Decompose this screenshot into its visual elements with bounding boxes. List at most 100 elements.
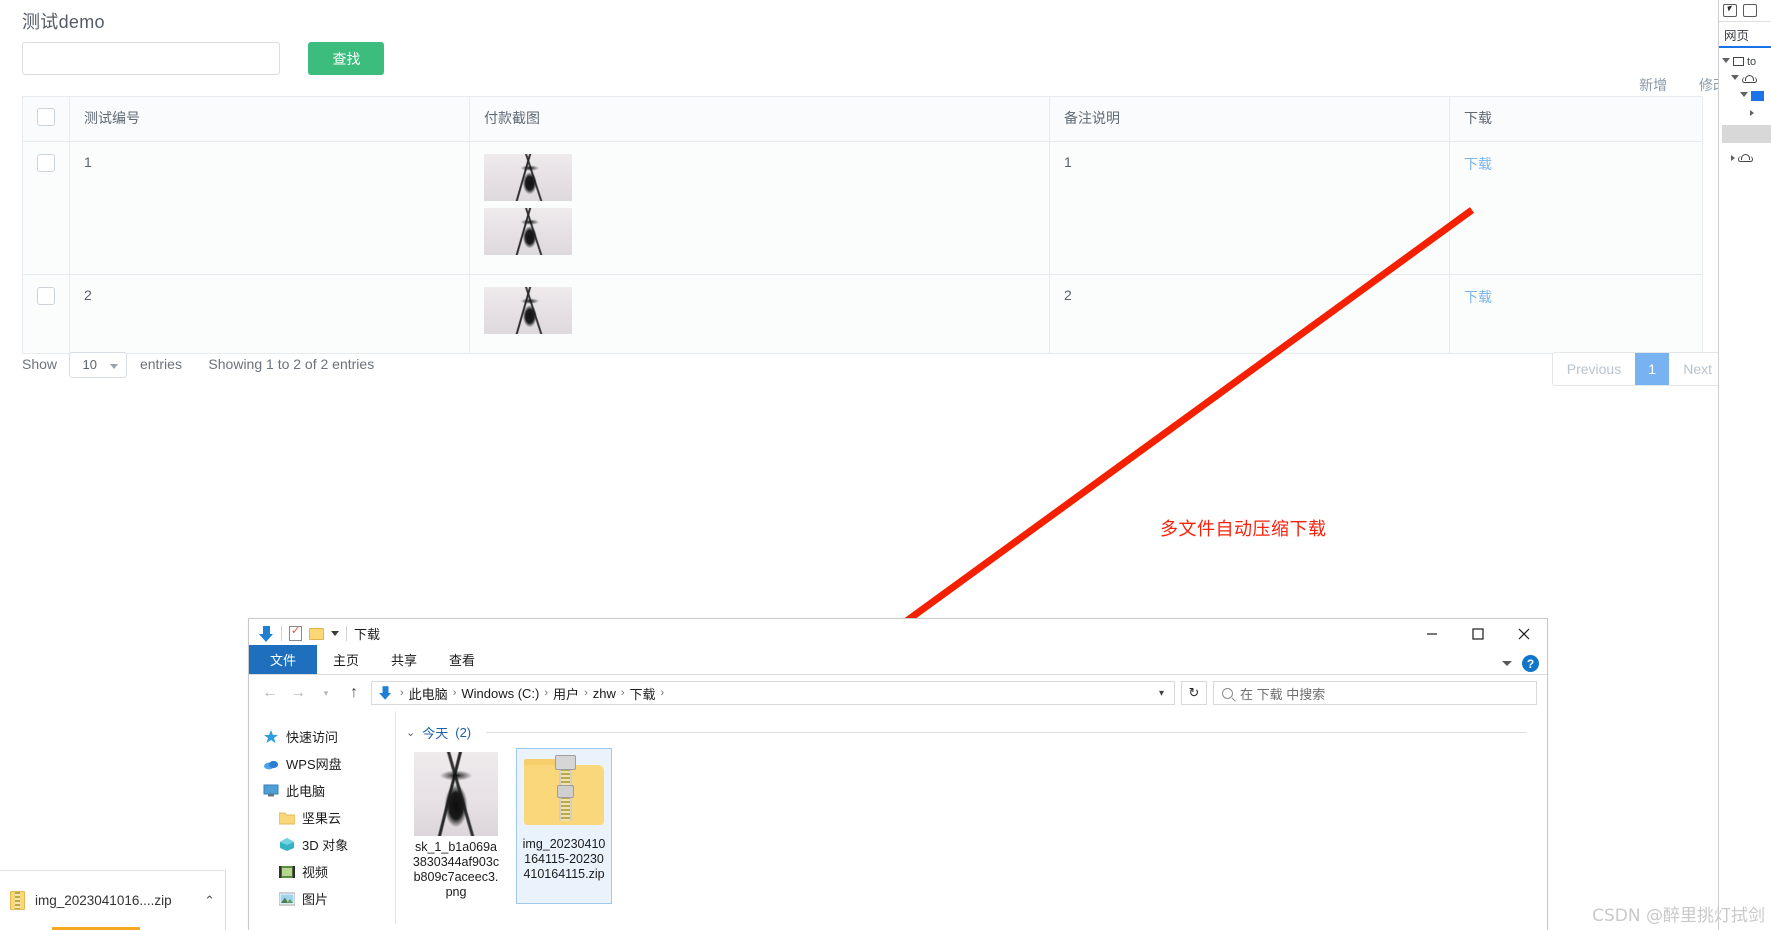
nav-item-this-pc[interactable]: 此电脑	[249, 777, 395, 804]
header-select-all	[22, 96, 70, 142]
explorer-title-bar: 下载	[249, 619, 1547, 649]
data-table: 测试编号 付款截图 备注说明 下载 1 1 下载 2 2 下载	[22, 96, 1703, 354]
screenshot-thumbnail[interactable]	[484, 287, 572, 334]
downloaded-file-name[interactable]: img_2023041016....zip	[35, 893, 172, 908]
minimize-button[interactable]	[1409, 619, 1455, 649]
back-icon[interactable]: ←	[259, 682, 281, 704]
tree-node[interactable]: to	[1722, 53, 1771, 70]
table-head: 测试编号 付款截图 备注说明 下载	[22, 96, 1703, 142]
add-link[interactable]: 新增	[1639, 77, 1667, 93]
screenshot-thumbnail[interactable]	[484, 208, 572, 255]
header-payment-screenshot[interactable]: 付款截图	[469, 96, 1050, 142]
address-dropdown-icon[interactable]: ▾	[1159, 688, 1168, 699]
address-bar-row: ← → ▾ ↑ › 此电脑 › Windows (C:) › 用户 › zhw …	[249, 675, 1547, 711]
ribbon-tab-view[interactable]: 查看	[433, 646, 491, 674]
expand-triangle-icon[interactable]	[1731, 74, 1739, 83]
breadcrumb-this-pc[interactable]: 此电脑	[409, 684, 448, 703]
browser-download-bar: img_2023041016....zip ⌃	[0, 870, 226, 930]
device-toolbar-icon[interactable]	[1743, 4, 1757, 17]
chevron-down-icon	[110, 364, 119, 369]
cloud-icon	[1738, 153, 1753, 162]
chevron-down-icon[interactable]: ⌄	[406, 726, 415, 739]
ribbon-tabs: 文件 主页 共享 查看 ?	[249, 645, 1547, 675]
pagination: Previous 1 Next	[1551, 352, 1727, 386]
recent-locations-icon[interactable]: ▾	[315, 682, 337, 704]
cell-memo: 1	[1049, 141, 1450, 275]
expand-triangle-icon[interactable]	[1722, 57, 1730, 66]
table-row: 2 2 下载	[22, 274, 1703, 354]
pictures-icon	[279, 892, 295, 905]
search-input[interactable]	[22, 42, 280, 75]
expand-triangle-icon[interactable]	[1731, 154, 1735, 161]
download-arrow-icon[interactable]	[259, 625, 274, 642]
breadcrumb-users[interactable]: 用户	[553, 684, 579, 703]
maximize-button[interactable]	[1455, 619, 1501, 649]
address-breadcrumb[interactable]: › 此电脑 › Windows (C:) › 用户 › zhw › 下载 › ▾	[371, 681, 1175, 705]
header-memo[interactable]: 备注说明	[1049, 96, 1450, 142]
row-checkbox[interactable]	[37, 287, 55, 305]
download-menu-caret-icon[interactable]: ⌃	[204, 893, 215, 909]
screenshot-thumbnail[interactable]	[484, 154, 572, 201]
explorer-title: 下载	[354, 627, 381, 642]
search-icon	[1222, 687, 1233, 699]
breadcrumb-separator: ›	[400, 687, 404, 699]
nav-label: 3D 对象	[302, 838, 349, 853]
tree-node[interactable]	[1722, 70, 1771, 87]
tree-node[interactable]	[1722, 104, 1771, 121]
row-select-cell	[22, 274, 70, 354]
expand-triangle-icon[interactable]	[1750, 109, 1754, 116]
breadcrumb-zhw[interactable]: zhw	[593, 686, 616, 701]
close-button[interactable]	[1501, 619, 1547, 649]
search-button[interactable]: 查找	[308, 42, 385, 75]
nav-item-pictures[interactable]: 图片	[249, 885, 395, 912]
up-icon[interactable]: ↑	[343, 682, 365, 704]
ribbon-tab-file[interactable]: 文件	[249, 645, 318, 674]
chevron-down-icon[interactable]	[1502, 661, 1512, 666]
file-tile-image[interactable]: sk_1_b1a069a3830344af903cb809c7aceec3.pn…	[408, 748, 504, 904]
new-folder-icon[interactable]	[309, 627, 324, 640]
cell-download: 下载	[1449, 274, 1703, 354]
nav-label: WPS网盘	[286, 757, 342, 772]
explorer-search-placeholder: 在 下载 中搜索	[1240, 686, 1326, 702]
nav-item-3d-objects[interactable]: 3D 对象	[249, 831, 395, 858]
pagination-previous[interactable]: Previous	[1552, 353, 1636, 385]
nav-item-nutstore[interactable]: 坚果云	[249, 804, 395, 831]
select-all-checkbox[interactable]	[37, 108, 55, 126]
explorer-search-box[interactable]: 在 下载 中搜索	[1213, 681, 1537, 705]
page-length-value: 10	[82, 357, 97, 372]
page-length-select[interactable]: 10	[69, 352, 128, 378]
ribbon-tab-share[interactable]: 共享	[375, 646, 433, 674]
breadcrumb-windows-c[interactable]: Windows (C:)	[461, 686, 539, 701]
file-tile-zip[interactable]: img_20230410164115-20230410164115.zip	[516, 748, 612, 904]
properties-icon[interactable]	[289, 624, 302, 641]
file-group-header[interactable]: ⌄ 今天 (2)	[406, 723, 1547, 742]
quick-access-toolbar: 下载	[259, 624, 380, 643]
tree-row-highlight	[1722, 125, 1771, 143]
header-download[interactable]: 下载	[1449, 96, 1703, 142]
breadcrumb-downloads[interactable]: 下载	[630, 684, 656, 703]
ribbon-tab-home[interactable]: 主页	[317, 646, 375, 674]
forward-icon[interactable]: →	[287, 682, 309, 704]
download-link[interactable]: 下载	[1464, 289, 1492, 305]
breadcrumb-separator: ›	[660, 687, 665, 699]
header-test-no[interactable]: 测试编号	[69, 96, 470, 142]
nav-item-wps-cloud[interactable]: WPS网盘	[249, 750, 395, 777]
inspect-element-icon[interactable]	[1723, 4, 1737, 17]
help-icon[interactable]: ?	[1522, 655, 1539, 672]
tree-node[interactable]	[1722, 87, 1771, 104]
download-link[interactable]: 下载	[1464, 156, 1492, 172]
nav-item-videos[interactable]: 视频	[249, 858, 395, 885]
expand-triangle-icon[interactable]	[1740, 91, 1748, 100]
customize-caret-icon[interactable]	[331, 631, 339, 636]
devtools-tab-page[interactable]: 网页	[1724, 25, 1749, 44]
nav-item-quick-access[interactable]: 快速访问	[249, 723, 395, 750]
pagination-page-1[interactable]: 1	[1635, 353, 1670, 385]
table-info: Showing 1 to 2 of 2 entries	[208, 356, 375, 373]
explorer-file-list: ⌄ 今天 (2) sk_1_b1a069a3830344af903cb809c7…	[395, 711, 1547, 924]
refresh-icon[interactable]: ↻	[1181, 681, 1207, 705]
tree-node[interactable]	[1722, 149, 1771, 166]
table-body: 1 1 下载 2 2 下载	[22, 141, 1703, 354]
row-checkbox[interactable]	[37, 154, 55, 172]
search-row: 查找	[22, 42, 385, 76]
file-tiles: sk_1_b1a069a3830344af903cb809c7aceec3.pn…	[406, 748, 1547, 904]
